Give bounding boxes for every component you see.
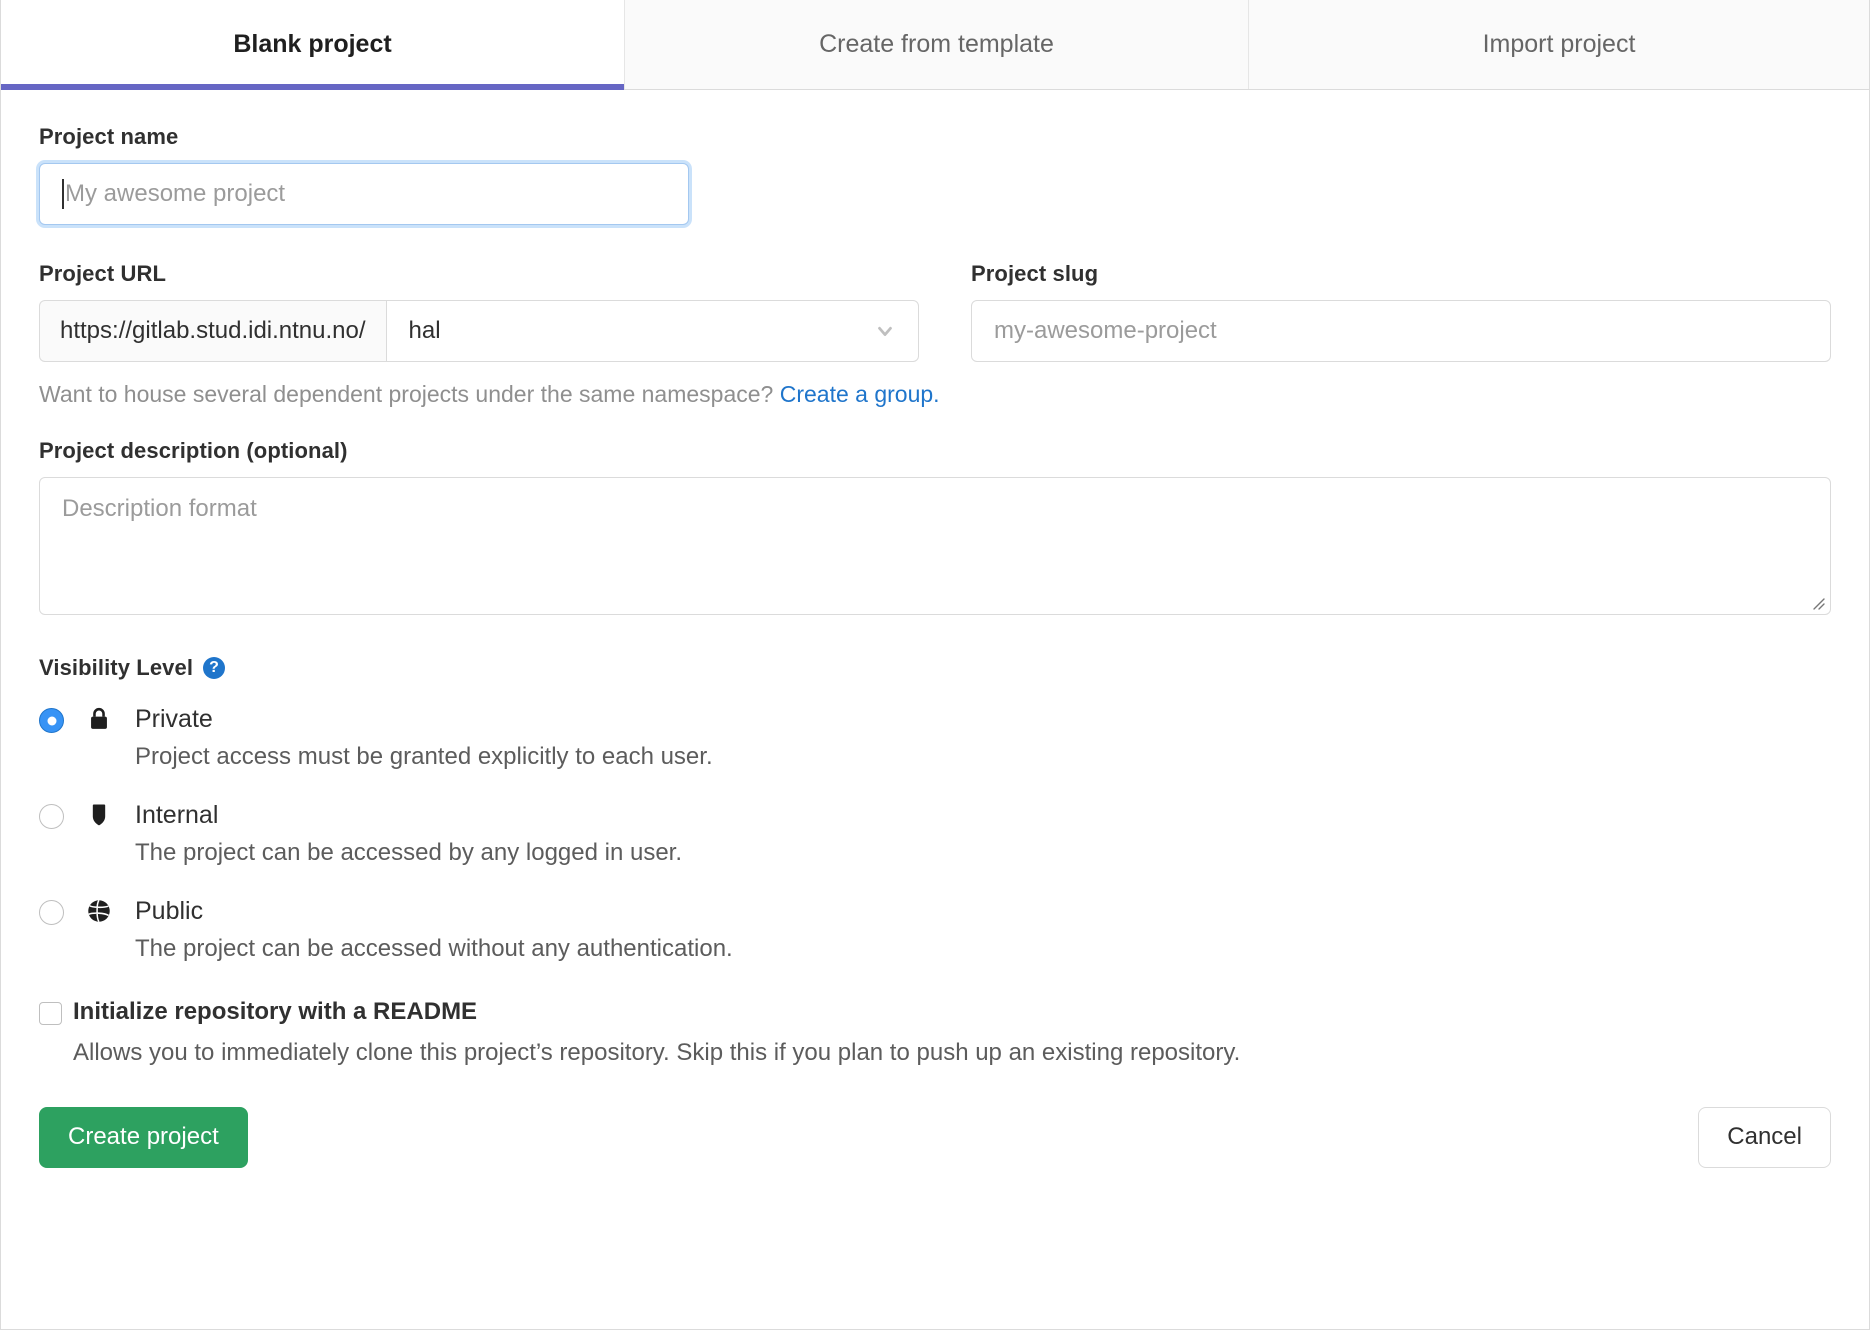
project-name-placeholder: My awesome project xyxy=(65,180,285,208)
text-caret xyxy=(62,179,64,209)
visibility-level-header: Visibility Level ? xyxy=(39,655,1831,681)
question-mark-icon[interactable]: ? xyxy=(203,657,225,679)
project-slug-input[interactable]: my-awesome-project xyxy=(971,300,1831,362)
visibility-level-label: Visibility Level xyxy=(39,655,193,681)
cancel-button[interactable]: Cancel xyxy=(1698,1107,1831,1168)
namespace-helper-question: Want to house several dependent projects… xyxy=(39,381,773,407)
url-slug-row: Project URL https://gitlab.stud.idi.ntnu… xyxy=(39,261,1831,362)
tab-import-project-label: Import project xyxy=(1483,30,1636,59)
visibility-private-title: Private xyxy=(135,701,1831,737)
project-slug-label: Project slug xyxy=(971,261,1831,287)
project-name-input[interactable]: My awesome project xyxy=(39,163,689,225)
form-actions: Create project Cancel xyxy=(39,1107,1831,1168)
visibility-internal-title: Internal xyxy=(135,797,1831,833)
project-slug-placeholder: my-awesome-project xyxy=(994,317,1217,345)
visibility-private-texts: Private Project access must be granted e… xyxy=(131,701,1831,775)
readme-label: Initialize repository with a README xyxy=(73,995,1831,1029)
project-description-field-group: Project description (optional) Descripti… xyxy=(39,438,1831,615)
project-description-textarea[interactable]: Description format xyxy=(39,477,1831,615)
visibility-option-internal[interactable]: Internal The project can be accessed by … xyxy=(39,797,1831,871)
tab-create-from-template-label: Create from template xyxy=(819,30,1054,59)
project-url-prefix: https://gitlab.stud.idi.ntnu.no/ xyxy=(39,300,386,362)
create-a-group-link[interactable]: Create a group. xyxy=(780,381,940,407)
resize-handle-icon[interactable] xyxy=(1809,594,1825,610)
tab-blank-project-label: Blank project xyxy=(233,30,391,59)
namespace-select[interactable]: hal xyxy=(386,300,919,362)
project-slug-field-group: Project slug my-awesome-project xyxy=(971,261,1831,362)
chevron-down-icon xyxy=(874,320,896,342)
namespace-select-value: hal xyxy=(409,317,441,345)
visibility-options: Private Project access must be granted e… xyxy=(39,701,1831,967)
tab-create-from-template[interactable]: Create from template xyxy=(625,0,1249,89)
visibility-public-texts: Public The project can be accessed witho… xyxy=(131,893,1831,967)
visibility-option-public[interactable]: Public The project can be accessed witho… xyxy=(39,893,1831,967)
readme-checkbox[interactable] xyxy=(39,1002,62,1025)
visibility-public-description: The project can be accessed without any … xyxy=(135,931,1831,967)
project-name-label: Project name xyxy=(39,124,689,150)
namespace-helper-text: Want to house several dependent projects… xyxy=(39,381,1831,408)
project-url-label: Project URL xyxy=(39,261,919,287)
project-url-field-group: Project URL https://gitlab.stud.idi.ntnu… xyxy=(39,261,919,362)
readme-description: Allows you to immediately clone this pro… xyxy=(73,1035,1831,1071)
radio-internal[interactable] xyxy=(39,804,64,829)
visibility-internal-description: The project can be accessed by any logge… xyxy=(135,835,1831,871)
new-project-form: Project name My awesome project Project … xyxy=(1,90,1869,1168)
visibility-private-description: Project access must be granted explicitl… xyxy=(135,739,1831,775)
visibility-public-title: Public xyxy=(135,893,1831,929)
project-type-tabs: Blank project Create from template Impor… xyxy=(1,0,1869,90)
project-description-label: Project description (optional) xyxy=(39,438,1831,464)
create-project-button[interactable]: Create project xyxy=(39,1107,248,1168)
project-description-placeholder: Description format xyxy=(62,495,257,522)
tab-blank-project[interactable]: Blank project xyxy=(1,0,625,89)
shield-icon xyxy=(85,800,113,830)
initialize-readme-group: Initialize repository with a README Allo… xyxy=(39,995,1831,1071)
visibility-option-private[interactable]: Private Project access must be granted e… xyxy=(39,701,1831,775)
radio-public[interactable] xyxy=(39,900,64,925)
globe-icon xyxy=(85,896,113,926)
project-name-field-group: Project name My awesome project xyxy=(39,124,689,225)
project-url-input-group: https://gitlab.stud.idi.ntnu.no/ hal xyxy=(39,300,919,362)
visibility-internal-texts: Internal The project can be accessed by … xyxy=(131,797,1831,871)
new-project-card: Blank project Create from template Impor… xyxy=(0,0,1870,1330)
lock-icon xyxy=(85,704,113,734)
tab-import-project[interactable]: Import project xyxy=(1249,0,1869,89)
radio-private[interactable] xyxy=(39,708,64,733)
